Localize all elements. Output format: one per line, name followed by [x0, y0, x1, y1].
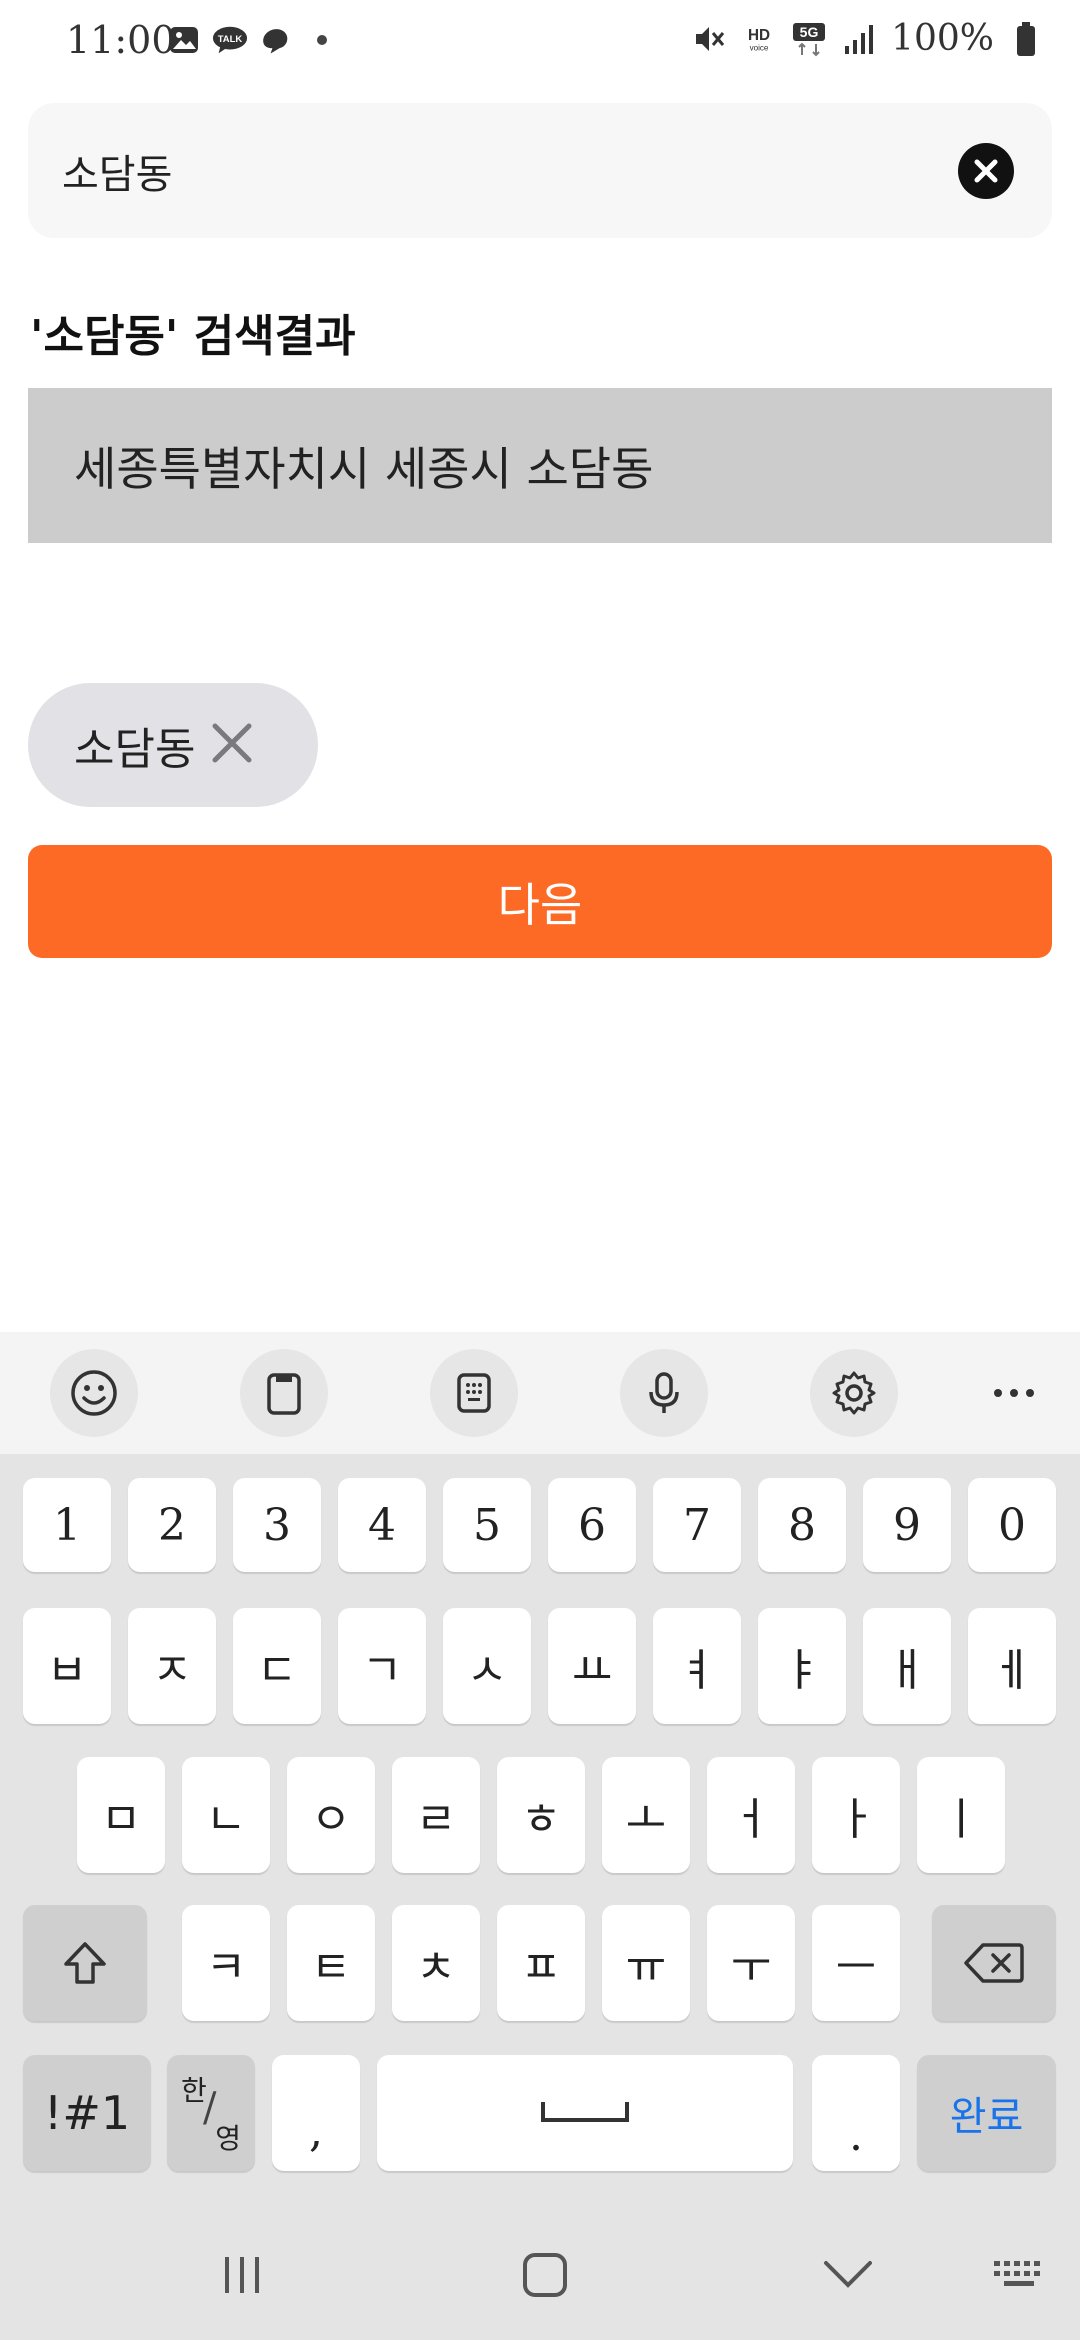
navigation-bar [0, 2210, 1080, 2340]
signal-icon [841, 21, 877, 57]
svg-text:HD: HD [748, 26, 770, 43]
key-o[interactable]: ㅗ [602, 1757, 690, 1873]
svg-text:voice: voice [750, 43, 769, 52]
key-4[interactable]: 4 [338, 1478, 426, 1572]
key-mieum[interactable]: ㅁ [77, 1757, 165, 1873]
system-icons: HD voice 5G 100% [691, 18, 1044, 59]
chip-label: 소담동 [74, 724, 196, 775]
battery-percent: 100% [891, 18, 994, 59]
key-3[interactable]: 3 [233, 1478, 321, 1572]
key-6[interactable]: 6 [548, 1478, 636, 1572]
key-eo[interactable]: ㅓ [707, 1757, 795, 1873]
language-toggle-key[interactable]: 한 / 영 [167, 2055, 255, 2171]
mute-icon [691, 21, 727, 57]
search-bar [28, 103, 1052, 238]
home-icon [523, 2253, 567, 2297]
key-nieun[interactable]: ㄴ [182, 1757, 270, 1873]
key-i[interactable]: ㅣ [917, 1757, 1005, 1873]
clear-search-button[interactable] [958, 143, 1014, 199]
lang-english-label: 영 [215, 2122, 241, 2155]
key-bieup[interactable]: ㅂ [23, 1608, 111, 1724]
key-a[interactable]: ㅏ [812, 1757, 900, 1873]
mic-icon[interactable] [620, 1349, 708, 1437]
keypad-icon[interactable] [430, 1349, 518, 1437]
remove-chip-icon[interactable] [209, 720, 255, 770]
more-icon[interactable] [970, 1349, 1058, 1437]
home-button[interactable] [485, 2210, 605, 2340]
chevron-down-icon [824, 2261, 872, 2288]
keyboard-hide-button[interactable] [960, 2210, 1080, 2340]
settings-icon[interactable] [810, 1349, 898, 1437]
period-key[interactable]: . [812, 2055, 900, 2171]
key-siot[interactable]: ㅅ [443, 1608, 531, 1724]
key-9[interactable]: 9 [863, 1478, 951, 1572]
results-heading: '소담동' 검색결과 [30, 311, 356, 362]
key-e[interactable]: ㅔ [968, 1608, 1056, 1724]
done-key[interactable]: 완료 [917, 2055, 1056, 2171]
key-u[interactable]: ㅜ [707, 1905, 795, 2021]
key-digeut[interactable]: ㄷ [233, 1608, 321, 1724]
key-7[interactable]: 7 [653, 1478, 741, 1572]
key-eu[interactable]: ㅡ [812, 1905, 900, 2021]
battery-icon [1008, 21, 1044, 57]
key-yeo[interactable]: ㅕ [653, 1608, 741, 1724]
dot-icon [304, 22, 340, 58]
5g-icon: 5G [791, 21, 827, 57]
key-hieut[interactable]: ㅎ [497, 1757, 585, 1873]
svg-text:5G: 5G [800, 24, 819, 40]
back-button[interactable] [788, 2210, 908, 2340]
backspace-key[interactable] [932, 1905, 1056, 2021]
key-kieuk[interactable]: ㅋ [182, 1905, 270, 2021]
symbols-key[interactable]: !#1 [23, 2055, 151, 2171]
comma-key[interactable]: , [272, 2055, 360, 2171]
key-ieung[interactable]: ㅇ [287, 1757, 375, 1873]
space-key[interactable] [377, 2055, 793, 2171]
close-icon [974, 159, 998, 183]
search-result-item[interactable]: 세종특별자치시 세종시 소담동 [28, 388, 1052, 543]
key-chieut[interactable]: ㅊ [392, 1905, 480, 2021]
key-5[interactable]: 5 [443, 1478, 531, 1572]
backspace-icon [964, 1943, 1024, 1983]
keyboard-toolbar [0, 1332, 1080, 1454]
hd-voice-icon: HD voice [741, 21, 777, 57]
space-icon [541, 2102, 629, 2122]
svg-text:TALK: TALK [218, 34, 243, 45]
notification-icons: TALK [166, 22, 340, 58]
clipboard-icon[interactable] [240, 1349, 328, 1437]
key-0[interactable]: 0 [968, 1478, 1056, 1572]
status-bar: 11:00 TALK HD voice 5G 100% [0, 0, 1080, 84]
thread-icon [258, 22, 294, 58]
gallery-icon [166, 22, 202, 58]
key-ya[interactable]: ㅑ [758, 1608, 846, 1724]
search-input[interactable] [62, 103, 922, 238]
key-ae[interactable]: ㅐ [863, 1608, 951, 1724]
shift-key[interactable] [23, 1905, 147, 2021]
key-giyeok[interactable]: ㄱ [338, 1608, 426, 1724]
emoji-icon[interactable] [50, 1349, 138, 1437]
recents-icon [225, 2257, 259, 2293]
next-button[interactable]: 다음 [28, 845, 1052, 958]
key-1[interactable]: 1 [23, 1478, 111, 1572]
key-pieup[interactable]: ㅍ [497, 1905, 585, 2021]
key-8[interactable]: 8 [758, 1478, 846, 1572]
status-time: 11:00 [66, 18, 176, 62]
selected-location-chip: 소담동 [28, 683, 318, 807]
recent-apps-button[interactable] [182, 2210, 302, 2340]
key-2[interactable]: 2 [128, 1478, 216, 1572]
key-yu[interactable]: ㅠ [602, 1905, 690, 2021]
key-jieut[interactable]: ㅈ [128, 1608, 216, 1724]
keyboard-icon [994, 2261, 1040, 2286]
talk-icon: TALK [212, 22, 248, 58]
key-yo[interactable]: ㅛ [548, 1608, 636, 1724]
shift-icon [64, 1942, 106, 1984]
key-tieut[interactable]: ㅌ [287, 1905, 375, 2021]
key-rieul[interactable]: ㄹ [392, 1757, 480, 1873]
